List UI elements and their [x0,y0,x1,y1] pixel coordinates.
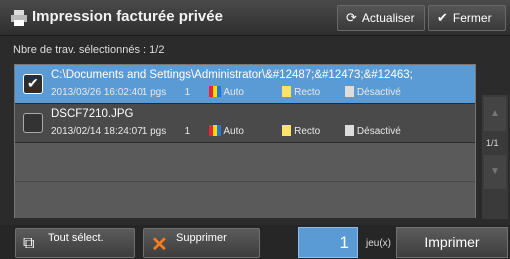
job-date: 2013/03/26 16:02:40 [51,87,143,98]
job-color: Auto [223,126,244,137]
checkmark-icon: ✔ [437,10,448,25]
job-list: C:\Documents and Settings\Administrator\… [14,64,476,218]
empty-row [15,182,475,218]
sides-icon [282,125,292,136]
color-mode-icon [209,86,222,97]
job-checkbox[interactable] [23,74,43,94]
print-button[interactable]: Imprimer [396,227,508,258]
job-row[interactable]: DSCF7210.JPG 2013/02/14 18:24:07 1 pgs 1… [15,104,475,143]
quantity-unit: jeu(x) [366,238,392,249]
refresh-button[interactable]: ⟳ Actualiser [337,5,425,31]
select-all-icon: ⧉ [23,235,35,252]
delete-x-icon: ✕ [151,234,168,256]
printer-icon [11,10,27,26]
job-color: Auto [223,87,244,98]
job-pages: 1 pgs [141,126,167,137]
job-name: DSCF7210.JPG [51,108,134,120]
job-sides: Recto [294,126,321,137]
job-date: 2013/02/14 18:24:07 [51,126,143,137]
empty-row [15,143,475,182]
color-mode-icon [209,125,222,136]
job-staple: Désactivé [356,87,401,98]
scroll-up-button[interactable]: ▲ [484,97,506,131]
job-checkbox[interactable] [23,113,43,133]
refresh-label: Actualiser [361,11,415,25]
selection-count: Nbre de trav. sélectionnés : 1/2 [13,44,165,56]
quantity-field[interactable]: 1 [298,227,358,258]
staple-icon [344,125,354,136]
page-indicator: 1/1 [486,138,499,148]
job-sides: Recto [294,87,321,98]
job-row[interactable]: C:\Documents and Settings\Administrator\… [15,65,475,104]
job-count: 1 [184,87,191,98]
scroll-down-button[interactable]: ▼ [484,155,506,189]
job-count: 1 [184,126,191,137]
staple-icon [344,86,354,97]
delete-button[interactable]: ✕ Supprimer [143,228,260,258]
sides-icon [282,86,292,97]
job-pages: 1 pgs [141,87,167,98]
close-label: Fermer [452,11,492,25]
page-title: Impression facturée privée [32,8,223,25]
delete-label: Supprimer [176,232,227,244]
refresh-icon: ⟳ [346,10,357,25]
job-staple: Désactivé [356,126,401,137]
select-all-label: Tout sélect. [48,232,104,244]
select-all-button[interactable]: ⧉ Tout sélect. [15,228,135,258]
close-button[interactable]: ✔ Fermer [428,5,506,31]
job-name: C:\Documents and Settings\Administrator\… [51,69,413,81]
